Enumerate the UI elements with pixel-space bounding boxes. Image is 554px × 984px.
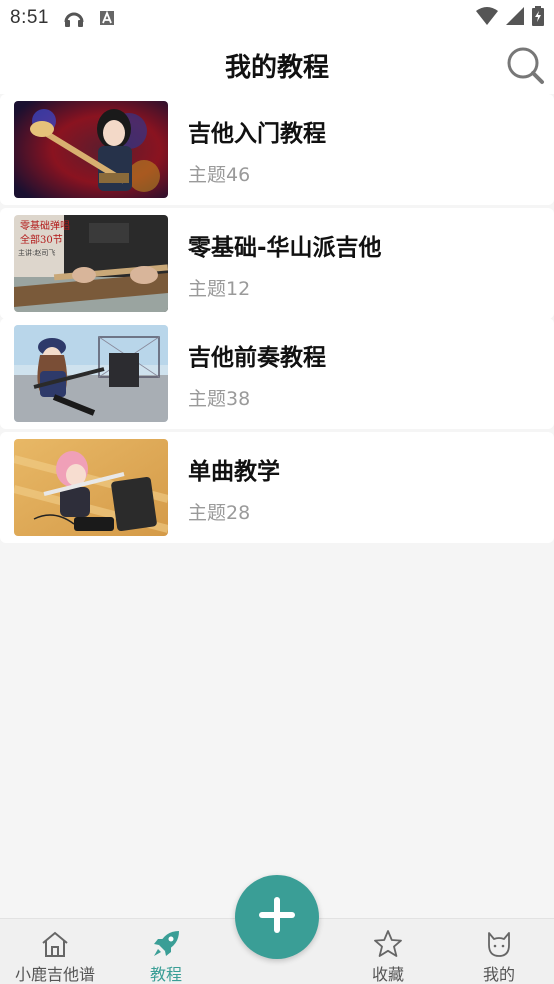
star-icon (373, 929, 403, 959)
thumb-text-line1: 零基础弹唱 (20, 219, 70, 232)
status-bar: 8:51 (0, 0, 554, 36)
tab-label: 小鹿吉他谱 (14, 965, 95, 984)
course-card-single[interactable]: 单曲教学 主题28 (0, 432, 554, 543)
tab-mine[interactable]: 我的 (444, 919, 554, 984)
course-thumbnail (14, 439, 168, 536)
cell-signal-icon (506, 6, 524, 30)
add-button[interactable] (235, 875, 319, 959)
thumb-text-line3: 主讲:赵司飞 (18, 248, 55, 257)
course-title: 吉他入门教程 (188, 121, 326, 147)
page-title: 我的教程 (224, 52, 329, 83)
course-title: 吉他前奏教程 (188, 345, 326, 371)
tab-home[interactable]: 小鹿吉他谱 (0, 919, 110, 984)
notification-a-icon (99, 10, 115, 26)
wifi-icon (476, 6, 498, 30)
course-topic-count: 主题46 (188, 164, 251, 186)
thumb-text-line2: 全部30节 (20, 233, 63, 246)
status-time: 8:51 (10, 7, 49, 28)
course-card-beginner[interactable]: 吉他入门教程 主题46 (0, 94, 554, 205)
course-topic-count: 主题28 (188, 502, 251, 524)
course-card-huashan[interactable]: 零基础弹唱 全部30节 主讲:赵司飞 零基础-华山派吉他 主题12 (0, 208, 554, 319)
course-topic-count: 主题12 (188, 278, 251, 300)
tab-label: 教程 (149, 965, 182, 984)
search-icon[interactable] (504, 44, 546, 86)
plus-icon (255, 893, 299, 941)
rocket-icon (151, 929, 181, 959)
course-thumbnail (14, 101, 168, 198)
course-thumbnail: 零基础弹唱 全部30节 主讲:赵司飞 (14, 215, 168, 312)
cat-icon (484, 929, 514, 959)
course-title: 单曲教学 (188, 459, 280, 485)
tab-tutorials[interactable]: 教程 (111, 919, 221, 984)
course-card-intro[interactable]: 吉他前奏教程 主题38 (0, 318, 554, 429)
tab-favorites[interactable]: 收藏 (333, 919, 443, 984)
home-icon (40, 929, 70, 959)
tab-label: 收藏 (371, 965, 404, 984)
app-header: 我的教程 (0, 36, 554, 94)
tab-label: 我的 (482, 965, 515, 984)
course-title: 零基础-华山派吉他 (188, 235, 382, 261)
battery-icon (532, 5, 544, 31)
course-thumbnail (14, 325, 168, 422)
headphones-icon (63, 8, 85, 28)
course-topic-count: 主题38 (188, 388, 251, 410)
